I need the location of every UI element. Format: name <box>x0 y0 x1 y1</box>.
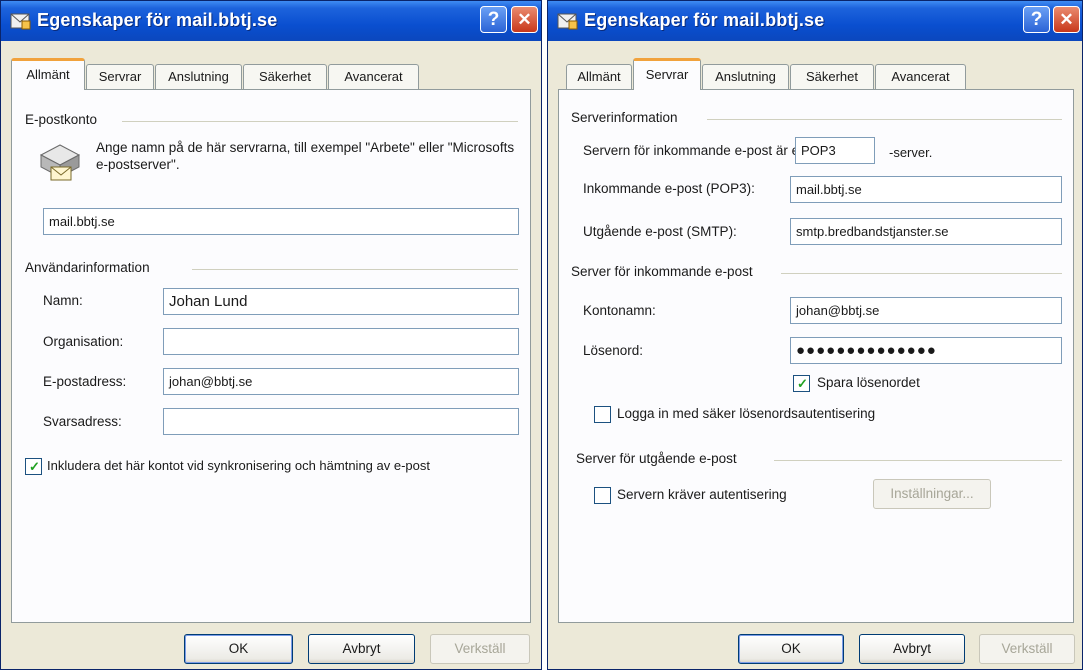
reply-address-label: Svarsadress: <box>43 414 122 429</box>
incoming-type-suffix: -server. <box>889 145 933 160</box>
title-bar[interactable]: Egenskaper för mail.bbtj.se ? ✕ <box>1 1 541 41</box>
group-divider <box>774 460 1062 461</box>
checkmark-icon: ✓ <box>29 459 40 474</box>
close-button[interactable]: ✕ <box>1053 6 1080 33</box>
tab-security[interactable]: Säkerhet <box>243 64 327 90</box>
save-password-label: Spara lösenordet <box>817 375 920 390</box>
outgoing-server-label: Utgående e-post (SMTP): <box>583 224 737 239</box>
password-label: Lösenord: <box>583 343 644 358</box>
mail-account-icon <box>10 13 31 30</box>
group-label-incoming-server: Server för inkommande e-post <box>571 264 753 279</box>
incoming-type-prefix: Servern för inkommande e-post är en <box>583 143 807 158</box>
tab-security[interactable]: Säkerhet <box>790 64 874 90</box>
close-button[interactable]: ✕ <box>511 6 538 33</box>
close-icon: ✕ <box>517 10 532 29</box>
apply-button[interactable]: Verkställ <box>979 634 1075 664</box>
name-label: Namn: <box>43 293 83 308</box>
secure-password-auth-checkbox[interactable] <box>594 406 611 423</box>
group-label-user-info: Användarinformation <box>25 260 150 275</box>
window-title: Egenskaper för mail.bbtj.se <box>37 10 278 30</box>
name-field[interactable]: Johan Lund <box>163 288 519 315</box>
tab-general[interactable]: Allmänt <box>566 64 632 90</box>
account-name-label: Kontonamn: <box>583 303 656 318</box>
group-divider <box>781 273 1062 274</box>
window-title: Egenskaper för mail.bbtj.se <box>584 10 825 30</box>
tab-general[interactable]: Allmänt <box>11 58 85 90</box>
checkmark-icon: ✓ <box>797 376 808 391</box>
group-label-mail-account: E-postkonto <box>25 112 98 127</box>
tab-panel-general: E-postkonto Ange namn på de här servrarn… <box>11 89 531 623</box>
properties-window-general: Egenskaper för mail.bbtj.se ? ✕ Allmänt … <box>0 0 542 670</box>
email-label: E-postadress: <box>43 374 127 389</box>
reply-address-field[interactable] <box>163 408 519 435</box>
group-divider <box>707 119 1062 120</box>
title-bar[interactable]: Egenskaper för mail.bbtj.se ? ✕ <box>548 1 1082 41</box>
include-account-checkbox[interactable]: ✓ <box>25 458 42 475</box>
tab-connection[interactable]: Anslutning <box>702 64 789 90</box>
help-button[interactable]: ? <box>480 6 507 33</box>
tab-advanced[interactable]: Avancerat <box>875 64 966 90</box>
group-label-server-info: Serverinformation <box>571 110 678 125</box>
email-field[interactable]: johan@bbtj.se <box>163 368 519 395</box>
tab-advanced[interactable]: Avancerat <box>328 64 419 90</box>
incoming-server-field[interactable]: mail.bbtj.se <box>790 176 1062 203</box>
server-requires-auth-checkbox[interactable] <box>594 487 611 504</box>
outgoing-server-field[interactable]: smtp.bredbandstjanster.se <box>790 218 1062 245</box>
help-button[interactable]: ? <box>1023 6 1050 33</box>
tab-servers[interactable]: Servrar <box>633 58 701 90</box>
question-mark-icon: ? <box>487 9 500 30</box>
settings-button[interactable]: Inställningar... <box>873 479 991 509</box>
mail-account-icon <box>557 13 578 30</box>
mail-server-icon <box>39 144 81 181</box>
ok-button[interactable]: OK <box>738 634 844 664</box>
account-name-field[interactable]: mail.bbtj.se <box>43 208 519 235</box>
account-hint-text: Ange namn på de här servrarna, till exem… <box>96 140 515 172</box>
question-mark-icon: ? <box>1030 9 1043 30</box>
save-password-checkbox[interactable]: ✓ <box>793 375 810 392</box>
server-requires-auth-label: Servern kräver autentisering <box>617 487 787 502</box>
tab-connection[interactable]: Anslutning <box>155 64 242 90</box>
password-field[interactable]: ●●●●●●●●●●●●●● <box>790 337 1062 364</box>
apply-button[interactable]: Verkställ <box>430 634 530 664</box>
group-divider <box>122 121 518 122</box>
tab-servers[interactable]: Servrar <box>86 64 154 90</box>
secure-password-auth-label: Logga in med säker lösenordsautentiserin… <box>617 406 876 421</box>
account-name-field[interactable]: johan@bbtj.se <box>790 297 1062 324</box>
include-account-label: Inkludera det här kontot vid synkroniser… <box>47 458 430 473</box>
incoming-server-type-field[interactable]: POP3 <box>795 137 875 164</box>
cancel-button[interactable]: Avbryt <box>308 634 415 664</box>
group-label-outgoing-server: Server för utgående e-post <box>576 451 737 466</box>
tab-panel-servers: Serverinformation Servern för inkommande… <box>558 89 1074 623</box>
properties-window-servers: Egenskaper för mail.bbtj.se ? ✕ Allmänt … <box>547 0 1083 670</box>
incoming-server-label: Inkommande e-post (POP3): <box>583 181 755 196</box>
close-icon: ✕ <box>1059 10 1074 29</box>
organization-label: Organisation: <box>43 334 124 349</box>
group-divider <box>192 269 518 270</box>
organization-field[interactable] <box>163 328 519 355</box>
ok-button[interactable]: OK <box>184 634 293 664</box>
cancel-button[interactable]: Avbryt <box>859 634 965 664</box>
